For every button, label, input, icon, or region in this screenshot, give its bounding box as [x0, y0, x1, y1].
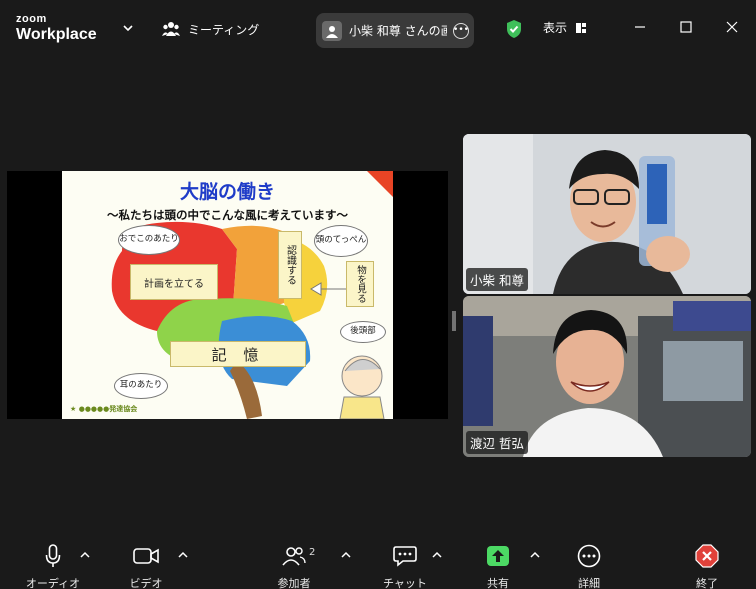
- bubble-occipital: 後頭部: [340, 321, 386, 343]
- screen-share-host-pill[interactable]: 小柴 和尊 さんの画面 •••: [316, 13, 474, 48]
- chat-icon: [393, 546, 417, 567]
- label-see: 物を見る: [346, 261, 374, 307]
- participants-icon: [282, 547, 306, 566]
- title-bar: zoom Workplace ミーティング 小柴 和尊 さんの画面 ••• 表示: [0, 0, 756, 56]
- audio-label: オーディオ: [25, 577, 81, 589]
- bubble-crown: 頭のてっぺん: [314, 225, 368, 257]
- participant-name-tag: 渡辺 哲弘: [466, 431, 528, 454]
- video-tile-participant-2[interactable]: 渡辺 哲弘: [463, 296, 751, 457]
- label-plan: 計画を立てる: [130, 264, 218, 300]
- host-name: 小柴 和尊 さんの画面: [349, 24, 447, 38]
- meeting-menu[interactable]: ミーティング: [162, 18, 259, 40]
- participant-name-tag: 小柴 和尊: [466, 268, 528, 291]
- participants-options-caret-icon[interactable]: [341, 551, 351, 559]
- shield-check-icon[interactable]: [505, 19, 523, 39]
- slide-credit: ★ ●●●●●発達協会: [70, 405, 138, 413]
- splitter-handle[interactable]: [452, 311, 456, 331]
- end-label: 終了: [696, 577, 718, 589]
- audio-button[interactable]: オーディオ: [24, 544, 82, 589]
- share-label: 共有: [487, 577, 509, 589]
- minimize-icon[interactable]: [633, 20, 647, 34]
- label-recognize: 認識する: [278, 231, 302, 299]
- share-screen-icon: [487, 546, 509, 566]
- video-camera-icon: [133, 548, 159, 564]
- more-details-button[interactable]: 詳細: [572, 544, 606, 589]
- maximize-icon[interactable]: [679, 20, 693, 34]
- zoom-logo[interactable]: zoom Workplace: [16, 14, 97, 43]
- details-label: 詳細: [578, 577, 600, 589]
- bubble-ear: 耳のあたり: [114, 373, 168, 399]
- meeting-toolbar: オーディオ ビデオ 参加者 2 チャット 共有 詳細 終了: [0, 534, 756, 589]
- people-icon: [162, 22, 180, 36]
- brand-top: zoom: [16, 13, 47, 25]
- view-label: 表示: [543, 21, 568, 35]
- end-meeting-button[interactable]: 終了: [690, 544, 724, 589]
- close-icon[interactable]: [725, 20, 739, 34]
- slide-title: 大脳の働き: [179, 181, 275, 203]
- label-memory: 記 憶: [170, 341, 306, 367]
- view-menu[interactable]: 表示: [543, 19, 587, 36]
- video-label: ビデオ: [129, 577, 163, 589]
- participants-label: 参加者: [277, 577, 311, 589]
- more-options-icon[interactable]: •••: [453, 22, 469, 39]
- host-avatar: [322, 20, 342, 41]
- shared-screen[interactable]: 大脳の働き 〜私たちは頭の中でこんな風に考えています〜 計画を立てる 認識する …: [7, 171, 448, 419]
- meeting-label: ミーティング: [188, 22, 260, 37]
- video-button[interactable]: ビデオ: [118, 544, 174, 589]
- chat-button[interactable]: チャット: [382, 544, 428, 589]
- presentation-slide: 大脳の働き 〜私たちは頭の中でこんな風に考えています〜 計画を立てる 認識する …: [62, 171, 393, 419]
- chat-label: チャット: [383, 577, 427, 589]
- chat-options-caret-icon[interactable]: [432, 551, 442, 559]
- microphone-icon: [45, 544, 61, 567]
- chevron-down-icon[interactable]: [122, 22, 134, 34]
- more-icon: [577, 544, 601, 568]
- audio-options-caret-icon[interactable]: [80, 551, 90, 559]
- slide-subtitle: 〜私たちは頭の中でこんな風に考えています〜: [107, 208, 348, 222]
- person-icon: [326, 25, 338, 38]
- video-options-caret-icon[interactable]: [178, 551, 188, 559]
- zoom-window: zoom Workplace ミーティング 小柴 和尊 さんの画面 ••• 表示: [0, 0, 756, 589]
- end-meeting-icon: [695, 544, 719, 568]
- bubble-forehead: おでこのあたり: [118, 225, 180, 255]
- share-options-caret-icon[interactable]: [530, 551, 540, 559]
- video-tile-participant-1[interactable]: 小柴 和尊: [463, 134, 751, 294]
- layout-icon: [576, 22, 587, 33]
- participants-count: 2: [309, 547, 316, 558]
- brand-bottom: Workplace: [16, 26, 97, 43]
- share-screen-button[interactable]: 共有: [480, 544, 516, 589]
